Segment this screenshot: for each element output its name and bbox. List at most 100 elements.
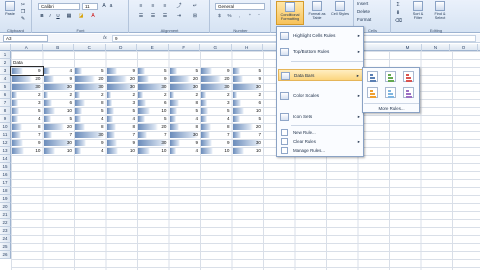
data-cell[interactable]: 4 xyxy=(11,115,43,123)
data-cell[interactable]: 7 xyxy=(11,131,43,139)
data-cell[interactable]: 6 xyxy=(232,99,264,107)
data-cell[interactable]: 20 xyxy=(43,123,75,131)
data-cell[interactable]: 5 xyxy=(232,115,264,123)
row-header-5[interactable]: 5 xyxy=(0,83,11,91)
data-cell[interactable]: 30 xyxy=(74,83,106,91)
font-size-box[interactable]: 11 xyxy=(82,3,98,10)
borders-icon[interactable]: ▦ xyxy=(66,13,72,19)
row-header-2[interactable]: 2 xyxy=(0,59,11,67)
data-cell[interactable]: 10 xyxy=(137,107,169,115)
shrink-font-icon[interactable]: a xyxy=(108,3,114,9)
data-cell[interactable]: 10 xyxy=(137,147,169,155)
align-center-icon[interactable]: ☰ xyxy=(150,13,156,19)
data-cell[interactable]: 5 xyxy=(74,107,106,115)
data-cell[interactable]: 9 xyxy=(43,75,75,83)
column-header-h[interactable]: H xyxy=(232,44,263,51)
data-cell[interactable]: 9 xyxy=(232,75,264,83)
column-header-a[interactable]: A xyxy=(11,44,43,51)
number-format-box[interactable]: General xyxy=(215,3,265,10)
cell-styles-button[interactable]: Cell Styles xyxy=(330,1,350,25)
data-cell[interactable]: 8 xyxy=(11,123,43,131)
insert-button[interactable]: Insert xyxy=(357,1,387,7)
data-cell[interactable]: 30 xyxy=(169,83,201,91)
data-cell[interactable]: 8 xyxy=(74,123,106,131)
comma-button[interactable]: , xyxy=(236,13,243,19)
data-cell[interactable]: 20 xyxy=(74,75,106,83)
row-header-17[interactable]: 17 xyxy=(0,179,11,187)
data-cell[interactable]: 5 xyxy=(43,115,75,123)
column-header-g[interactable]: G xyxy=(200,44,232,51)
data-cell[interactable]: 5 xyxy=(137,67,169,75)
data-cell[interactable]: 6 xyxy=(43,99,75,107)
row-header-21[interactable]: 21 xyxy=(0,211,11,219)
format-button[interactable]: Format xyxy=(357,17,387,23)
currency-button[interactable]: $ xyxy=(216,13,223,19)
data-cell[interactable]: 6 xyxy=(137,99,169,107)
data-cell[interactable]: 10 xyxy=(232,147,264,155)
merge-center-icon[interactable]: ⊞ xyxy=(192,13,198,19)
data-cell[interactable]: 4 xyxy=(74,147,106,155)
row-header-20[interactable]: 20 xyxy=(0,203,11,211)
data-cell[interactable]: 2 xyxy=(106,91,138,99)
data-cell[interactable]: 30 xyxy=(43,83,75,91)
menu-item-manage-rules[interactable]: Manage Rules... xyxy=(278,146,363,155)
row-header-23[interactable]: 23 xyxy=(0,227,11,235)
cut-icon[interactable]: ✂ xyxy=(20,2,26,8)
data-cell[interactable]: 7 xyxy=(232,131,264,139)
data-cell[interactable]: 20 xyxy=(106,75,138,83)
data-cell[interactable]: 7 xyxy=(43,131,75,139)
data-cell[interactable]: 10 xyxy=(200,147,232,155)
row-header-1[interactable]: 1 xyxy=(0,51,11,59)
fill-color-icon[interactable]: ◪ xyxy=(78,13,84,19)
row-header-4[interactable]: 4 xyxy=(0,75,11,83)
menu-item-data-bars[interactable]: Data Bars ▸ xyxy=(278,69,363,81)
underline-button[interactable]: U xyxy=(55,13,61,19)
data-cell[interactable]: 9 xyxy=(11,139,43,147)
data-cell[interactable]: 5 xyxy=(11,107,43,115)
data-bar-swatch[interactable] xyxy=(403,87,414,98)
data-cell[interactable]: 9 xyxy=(106,139,138,147)
orientation-icon[interactable]: ⤴ xyxy=(176,3,182,9)
row-header-3[interactable]: 3 xyxy=(0,67,11,75)
wrap-text-icon[interactable]: ↵ xyxy=(192,3,198,9)
data-cell[interactable]: 7 xyxy=(137,131,169,139)
menu-item-top-bottom-rules[interactable]: Top/Bottom Rules ▸ xyxy=(278,46,363,58)
row-header-24[interactable]: 24 xyxy=(0,235,11,243)
row-header-19[interactable]: 19 xyxy=(0,195,11,203)
data-cell[interactable]: 3 xyxy=(106,99,138,107)
row-header-13[interactable]: 13 xyxy=(0,147,11,155)
data-cell[interactable]: 9 xyxy=(137,75,169,83)
data-cell[interactable]: 7 xyxy=(106,131,138,139)
data-cell[interactable]: 8 xyxy=(200,123,232,131)
data-cell[interactable]: 30 xyxy=(74,131,106,139)
row-header-11[interactable]: 11 xyxy=(0,131,11,139)
data-cell[interactable]: 20 xyxy=(169,75,201,83)
data-cell[interactable]: 30 xyxy=(169,131,201,139)
data-bar-swatch[interactable] xyxy=(385,71,396,82)
data-cell[interactable]: 3 xyxy=(200,99,232,107)
data-cell[interactable]: 3 xyxy=(11,99,43,107)
row-header-25[interactable]: 25 xyxy=(0,243,11,251)
format-painter-icon[interactable]: ✎ xyxy=(20,16,26,22)
row-header-6[interactable]: 6 xyxy=(0,91,11,99)
data-cell[interactable]: 5 xyxy=(200,107,232,115)
data-bar-swatch[interactable] xyxy=(367,71,378,82)
data-cell[interactable]: 20 xyxy=(11,75,43,83)
row-header-9[interactable]: 9 xyxy=(0,115,11,123)
column-header-m[interactable]: M xyxy=(394,44,422,51)
row-header-18[interactable]: 18 xyxy=(0,187,11,195)
column-header-b[interactable]: B xyxy=(43,44,74,51)
data-cell[interactable]: 30 xyxy=(232,83,264,91)
align-middle-icon[interactable]: ≡ xyxy=(150,3,156,9)
data-cell[interactable]: 2 xyxy=(43,91,75,99)
column-header-f[interactable]: F xyxy=(169,44,200,51)
menu-item-color-scales[interactable]: Color Scales ▸ xyxy=(278,90,363,102)
row-header-22[interactable]: 22 xyxy=(0,219,11,227)
data-cell[interactable]: 2 xyxy=(137,91,169,99)
row-header-16[interactable]: 16 xyxy=(0,171,11,179)
data-cell[interactable]: 9 xyxy=(200,139,232,147)
data-cell[interactable]: 8 xyxy=(169,99,201,107)
data-cell[interactable]: 30 xyxy=(200,83,232,91)
data-cell[interactable]: 20 xyxy=(200,75,232,83)
clear-icon[interactable]: ⌫ xyxy=(395,18,402,24)
